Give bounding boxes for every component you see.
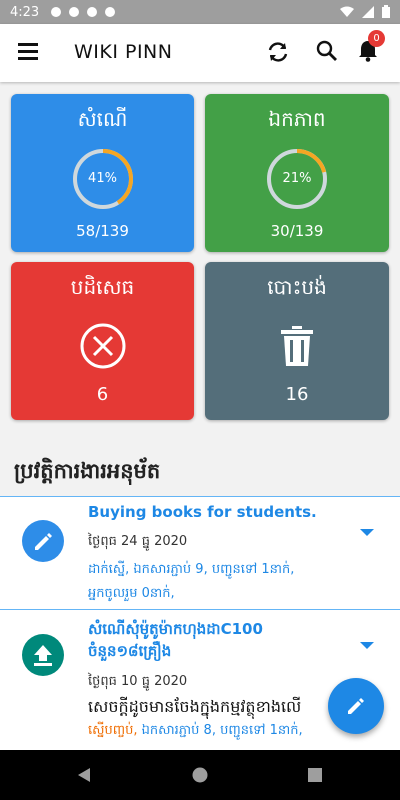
history-item-info-line: ឯកសារភ្ជាប់ 8, បញ្ជូនទៅ 1នាក់,	[137, 723, 303, 738]
history-item-info: ដាក់ស្នើ, ឯកសារភ្ជាប់ 9, បញ្ជូនទៅ 1នាក់,…	[88, 558, 348, 606]
history-item-avatar	[22, 520, 64, 562]
card-title: បដិសេធ	[70, 275, 135, 299]
notification-dots	[51, 7, 116, 17]
history-item-info-line: អ្នកចូលរួម 0នាក់,	[88, 586, 175, 601]
search-icon[interactable]	[316, 40, 338, 62]
card-title: ឯកភាព	[268, 107, 326, 131]
upload-icon	[34, 645, 52, 666]
history-item-title: Buying books for students.	[88, 503, 317, 521]
app-title: WIKI PINN	[74, 41, 173, 63]
status-bar: 4:23	[0, 0, 400, 24]
recents-icon[interactable]	[308, 768, 322, 782]
history-item-date: ថ្ងៃពុធ 24 ធ្នូ 2020	[88, 534, 188, 549]
rejected-card[interactable]: បដិសេធ 6	[11, 262, 194, 420]
status-icons	[340, 5, 390, 18]
history-item-title: សំណើសុំម៉ូតូម៉ាកហុងដាC100 ចំនួន១៨គ្រឿង	[88, 620, 263, 660]
wifi-icon	[340, 6, 354, 17]
requests-card[interactable]: សំណើ 41% 58/139	[11, 94, 194, 252]
pencil-icon	[348, 698, 364, 714]
status-notification-icon	[51, 7, 62, 17]
card-title: សំណើ	[77, 107, 128, 131]
history-item[interactable]: សំណើសុំម៉ូតូម៉ាកហុងដាC100 ចំនួន១៨គ្រឿង ថ…	[0, 609, 400, 751]
cancelled-card[interactable]: បោះបង់ 16	[205, 262, 389, 420]
history-item-info: ស្នើបញ្ចប់, ឯកសារភ្ជាប់ 8, បញ្ជូនទៅ 1នាក…	[88, 719, 348, 743]
card-count: 6	[96, 384, 109, 405]
compose-fab-button[interactable]	[328, 678, 384, 734]
cancel-circle-icon	[80, 323, 125, 369]
history-section-title: ប្រវត្តិការងារអនុម័ត	[14, 459, 161, 483]
approved-card[interactable]: ឯកភាព 21% 30/139	[205, 94, 389, 252]
pencil-icon	[35, 533, 52, 550]
notification-badge: 0	[368, 30, 385, 47]
status-notification-icon	[69, 7, 80, 17]
card-title: បោះបង់	[267, 275, 327, 299]
status-time: 4:23	[10, 4, 40, 20]
expand-caret-icon[interactable]	[360, 642, 374, 649]
progress-ring: 41%	[71, 147, 135, 211]
status-notification-icon	[87, 7, 98, 17]
card-count: 58/139	[76, 222, 129, 240]
card-count: 30/139	[270, 222, 324, 240]
home-icon[interactable]	[192, 767, 208, 783]
history-item-avatar	[22, 634, 64, 676]
sync-icon[interactable]	[266, 40, 290, 64]
history-item-date: ថ្ងៃពុធ 10 ធ្នូ 2020	[88, 674, 188, 689]
back-icon[interactable]	[76, 767, 92, 783]
signal-icon	[362, 5, 374, 18]
percent-label: 41%	[88, 171, 117, 186]
notifications-button[interactable]: 0	[358, 30, 385, 62]
percent-label: 21%	[282, 171, 312, 186]
battery-icon	[382, 5, 390, 18]
trash-icon	[281, 326, 313, 366]
history-item[interactable]: Buying books for students. ថ្ងៃពុធ 24 ធ្…	[0, 496, 400, 609]
card-count: 16	[285, 384, 309, 405]
status-notification-icon	[105, 7, 116, 17]
hamburger-menu-icon[interactable]	[18, 42, 38, 60]
expand-caret-icon[interactable]	[360, 529, 374, 536]
progress-ring: 21%	[265, 147, 329, 211]
app-bar: WIKI PINN 0	[0, 24, 400, 82]
history-item-info-line: ដាក់ស្នើ, ឯកសារភ្ជាប់ 9, បញ្ជូនទៅ 1នាក់,	[88, 562, 295, 577]
history-item-description: សេចក្ដីដូចមានចែងក្នុងកម្មវត្ថុខាងលើ	[88, 697, 302, 716]
history-item-status: ស្នើបញ្ចប់,	[88, 723, 138, 738]
system-nav-bar	[0, 750, 400, 800]
